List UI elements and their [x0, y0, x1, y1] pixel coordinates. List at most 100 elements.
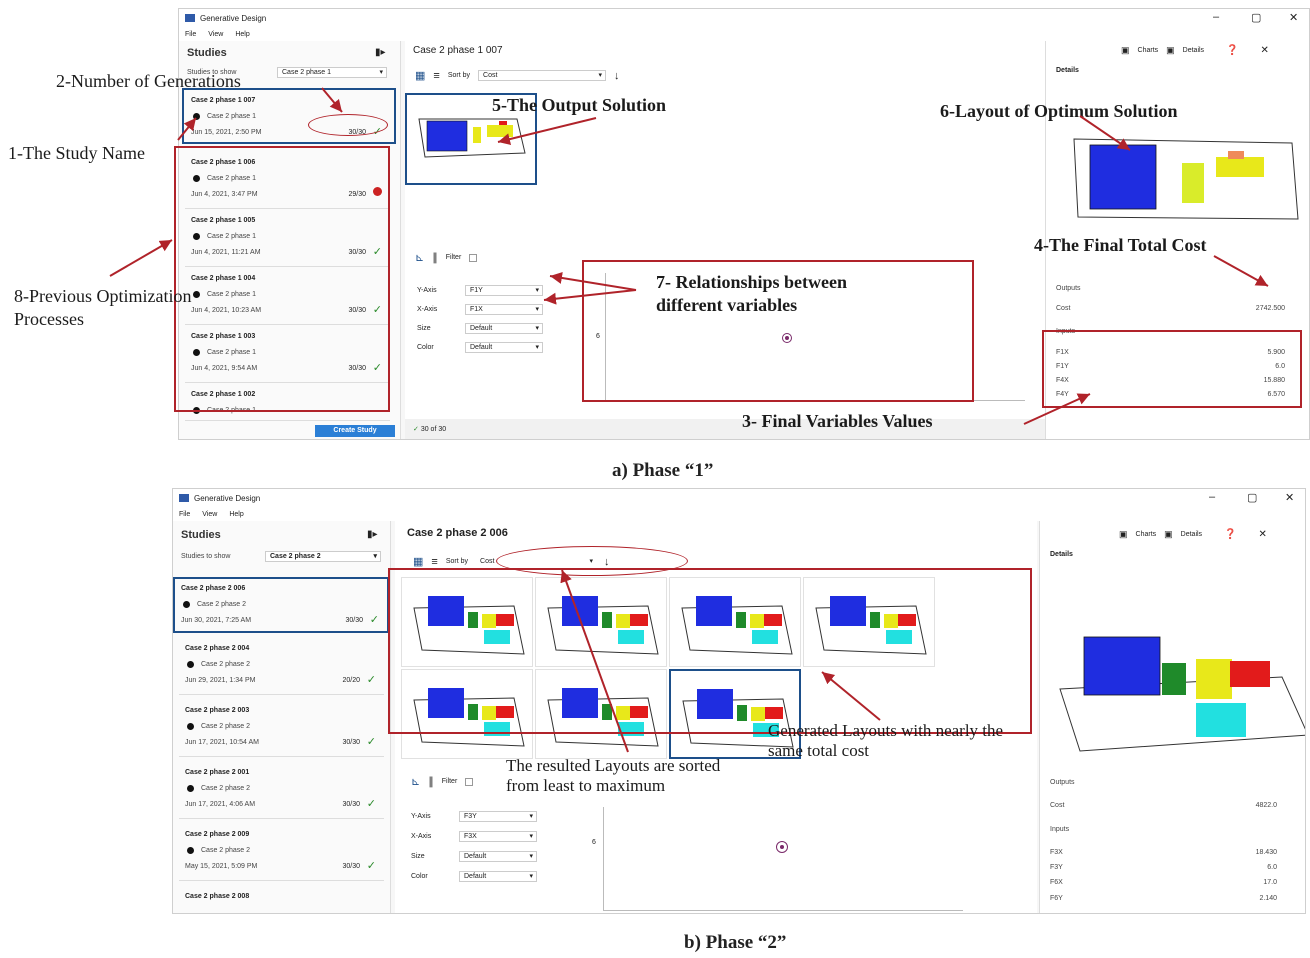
studies-filter-select[interactable]: Case 2 phase 1: [277, 67, 387, 78]
study-name: Case 2 phase 2 008: [185, 893, 250, 900]
input-value: 2.140: [1259, 895, 1277, 902]
study-name: Case 2 phase 2 006: [181, 585, 246, 592]
close-panel-icon[interactable]: ✕: [1259, 529, 1267, 540]
grid-view-icon[interactable]: ▦: [413, 555, 423, 568]
menu-file[interactable]: File: [179, 511, 190, 518]
create-study-button[interactable]: Create Study: [315, 425, 395, 437]
color-select[interactable]: Default: [459, 871, 537, 882]
study-item[interactable]: Case 2 phase 2 003 Case 2 phase 2 Jun 17…: [179, 701, 384, 757]
study-item[interactable]: Case 2 phase 2 009 Case 2 phase 2 May 15…: [179, 825, 384, 881]
filter-label: Filter: [441, 778, 458, 785]
list-view-icon[interactable]: ≡: [433, 70, 439, 82]
filter-checkbox[interactable]: [469, 253, 478, 262]
studies-filter-select[interactable]: Case 2 phase 2: [265, 551, 381, 562]
details-toolbar: ▣ Charts ▣ Details ❓ ✕: [1121, 45, 1269, 56]
study-item[interactable]: Case 2 phase 2 008: [179, 887, 384, 913]
study-dot-icon: [187, 785, 194, 792]
details-icon[interactable]: ▣: [1166, 45, 1175, 56]
sort-select[interactable]: Cost: [478, 70, 607, 81]
help-icon[interactable]: ❓: [1226, 45, 1238, 56]
details-toggle[interactable]: Details: [1183, 47, 1204, 54]
maximize-icon[interactable]: ▢: [1247, 491, 1257, 504]
axis-label: X-Axis: [417, 306, 438, 313]
cost-value: 4822.0: [1255, 802, 1277, 809]
details-toggle[interactable]: Details: [1181, 531, 1202, 538]
x-axis-select[interactable]: F3X: [459, 831, 537, 842]
y-axis-row: Y-Axis F1Y: [417, 285, 543, 296]
annotation-generated-2: same total cost: [768, 741, 870, 760]
size-select[interactable]: Default: [459, 851, 537, 862]
check-icon: ✓: [366, 736, 376, 748]
study-title: Case 2 phase 1 007: [413, 45, 503, 56]
x-axis-select[interactable]: F1X: [465, 304, 543, 315]
charts-icon[interactable]: ▣: [1119, 529, 1128, 540]
menu-help[interactable]: Help: [229, 511, 243, 518]
axis-label: Size: [417, 325, 431, 332]
chart-icon[interactable]: ⊾: [415, 251, 424, 264]
list-view-icon[interactable]: ≡: [431, 556, 437, 568]
menu-view[interactable]: View: [208, 31, 223, 38]
app-icon: [179, 494, 189, 502]
y-axis-select[interactable]: F3Y: [459, 811, 537, 822]
scatter-plot[interactable]: 6 18: [592, 807, 963, 911]
y-axis-select[interactable]: F1Y: [465, 285, 543, 296]
minimize-icon[interactable]: –: [1213, 11, 1219, 23]
study-date: Jun 30, 2021, 7:25 AM: [181, 617, 252, 624]
optimum-layout-3d: [1059, 636, 1305, 752]
study-item[interactable]: Case 2 phase 2 006 Case 2 phase 2 Jun 30…: [173, 577, 389, 633]
color-select[interactable]: Default: [465, 342, 543, 353]
chart-toolbar: ⊾ ∥ Filter: [411, 775, 474, 788]
size-select[interactable]: Default: [465, 323, 543, 334]
study-dot-icon: [187, 847, 194, 854]
collapse-icon[interactable]: ▮▸: [375, 47, 386, 58]
close-icon[interactable]: ✕: [1285, 491, 1294, 504]
study-parent: Case 2 phase 2: [201, 723, 251, 730]
menu-bar: File View Help: [173, 507, 1305, 521]
charts-icon[interactable]: ▣: [1121, 45, 1130, 56]
chart-toolbar: ⊾ ∥ Filter: [415, 251, 478, 264]
study-generations: 30/30: [342, 863, 360, 870]
axis-label: Color: [417, 344, 434, 351]
study-item[interactable]: Case 2 phase 2 001 Case 2 phase 2 Jun 17…: [179, 763, 384, 819]
sort-direction-icon[interactable]: ↓: [614, 70, 620, 82]
studies-to-show-label: Studies to show: [181, 553, 231, 560]
outputs-label: Outputs: [1056, 285, 1081, 292]
grid-view-icon[interactable]: ▦: [415, 69, 425, 82]
study-generations: 30/30: [345, 617, 363, 624]
scatter-point[interactable]: [776, 841, 788, 853]
details-panel: Details Outputs Cost 4822.0 Inputs F3X 1…: [1039, 521, 1305, 913]
details-icon[interactable]: ▣: [1164, 529, 1173, 540]
maximize-icon[interactable]: ▢: [1251, 11, 1261, 24]
close-icon[interactable]: ✕: [1289, 11, 1298, 24]
parallel-coords-icon[interactable]: ∥: [432, 251, 438, 264]
color-row: Color Default: [417, 342, 543, 353]
charts-toggle[interactable]: Charts: [1138, 47, 1159, 54]
minimize-icon[interactable]: –: [1209, 491, 1215, 503]
results-toolbar: ▦ ≡ Sort by Cost ↓: [415, 69, 620, 83]
app-icon: [185, 14, 195, 22]
study-dot-icon: [187, 661, 194, 668]
y-axis-row: Y-Axis F3Y: [411, 811, 537, 822]
check-icon: ✓: [366, 798, 376, 810]
help-icon[interactable]: ❓: [1224, 529, 1236, 540]
collapse-icon[interactable]: ▮▸: [367, 529, 378, 540]
charts-toggle[interactable]: Charts: [1136, 531, 1157, 538]
close-panel-icon[interactable]: ✕: [1261, 45, 1269, 56]
studies-heading: Studies: [187, 47, 227, 59]
menu-file[interactable]: File: [185, 31, 196, 38]
study-date: Jun 17, 2021, 10:54 AM: [185, 739, 259, 746]
menu-view[interactable]: View: [202, 511, 217, 518]
result-count: 30 of 30: [420, 426, 447, 433]
filter-checkbox[interactable]: [465, 777, 474, 786]
cost-value: 2742.500: [1255, 305, 1285, 312]
study-date: May 15, 2021, 5:09 PM: [185, 863, 258, 870]
menu-bar: File View Help: [179, 27, 1309, 41]
study-parent: Case 2 phase 2: [197, 601, 247, 608]
parallel-coords-icon[interactable]: ∥: [428, 775, 434, 788]
axis-label: Y-Axis: [417, 287, 437, 294]
menu-help[interactable]: Help: [235, 31, 249, 38]
study-generations: 30/30: [342, 801, 360, 808]
study-item[interactable]: Case 2 phase 2 004 Case 2 phase 2 Jun 29…: [179, 639, 384, 695]
chart-icon[interactable]: ⊾: [411, 775, 420, 788]
size-row: Size Default: [417, 323, 543, 334]
